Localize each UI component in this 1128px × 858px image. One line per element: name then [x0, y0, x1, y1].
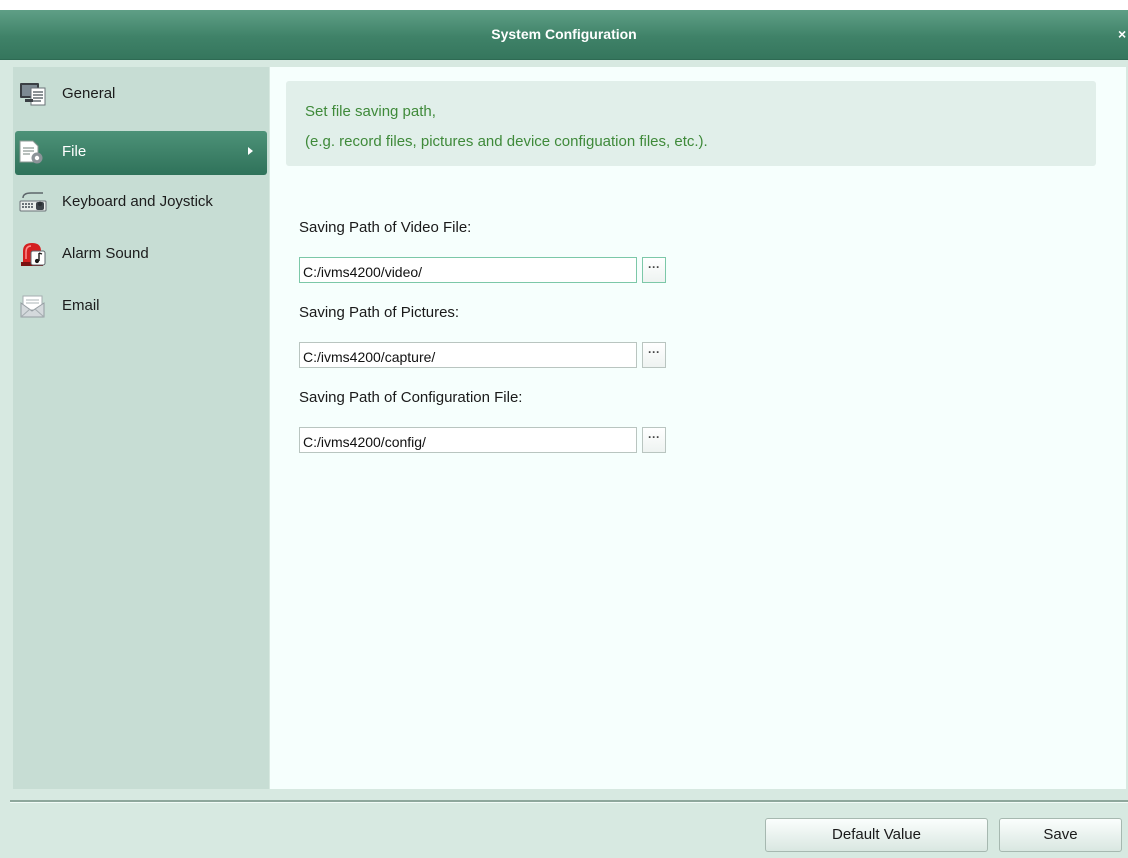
sidebar: General File Keyboard and Joystick Alarm… [13, 67, 269, 789]
sidebar-item-label: Email [62, 297, 100, 314]
info-text-line: (e.g. record files, pictures and device … [305, 133, 708, 150]
pictures-path-label: Saving Path of Pictures: [299, 304, 460, 321]
default-value-button[interactable]: Default Value [765, 818, 988, 852]
save-button[interactable]: Save [999, 818, 1122, 852]
close-button[interactable]: × [1118, 25, 1128, 43]
info-box: Set file saving path, (e.g. record files… [286, 81, 1096, 166]
chevron-right-icon [248, 147, 253, 155]
sidebar-item-label: File [62, 143, 87, 160]
config-path-input[interactable] [299, 427, 637, 453]
title-bar: System Configuration × [0, 10, 1128, 60]
config-path-label: Saving Path of Configuration File: [299, 389, 523, 406]
pictures-path-input[interactable] [299, 342, 637, 368]
sidebar-item-alarm-sound[interactable]: Alarm Sound [13, 233, 269, 277]
sidebar-item-label: General [62, 85, 116, 102]
content-panel: Set file saving path, (e.g. record files… [270, 67, 1126, 789]
sidebar-item-general[interactable]: General [13, 73, 269, 117]
video-path-browse-button[interactable]: ··· [642, 257, 666, 283]
video-path-label: Saving Path of Video File: [299, 219, 472, 236]
pictures-path-browse-button[interactable]: ··· [642, 342, 666, 368]
sidebar-item-keyboard-and-joystick[interactable]: Keyboard and Joystick [13, 181, 269, 225]
window-title: System Configuration [491, 26, 637, 42]
footer-divider [10, 800, 1128, 803]
file-settings-icon [17, 139, 45, 165]
monitor-icon [19, 81, 47, 107]
envelope-icon [19, 293, 47, 319]
system-configuration-window: System Configuration × General File Keyb… [0, 10, 1128, 858]
sidebar-item-label: Alarm Sound [62, 245, 149, 262]
sidebar-item-label: Keyboard and Joystick [62, 193, 213, 210]
config-path-browse-button[interactable]: ··· [642, 427, 666, 453]
video-path-input[interactable] [299, 257, 637, 283]
info-text-line: Set file saving path, [305, 103, 436, 120]
sidebar-item-email[interactable]: Email [13, 285, 269, 329]
alarm-siren-icon [19, 241, 47, 267]
keyboard-icon [19, 189, 47, 215]
sidebar-item-file[interactable]: File [15, 131, 267, 175]
